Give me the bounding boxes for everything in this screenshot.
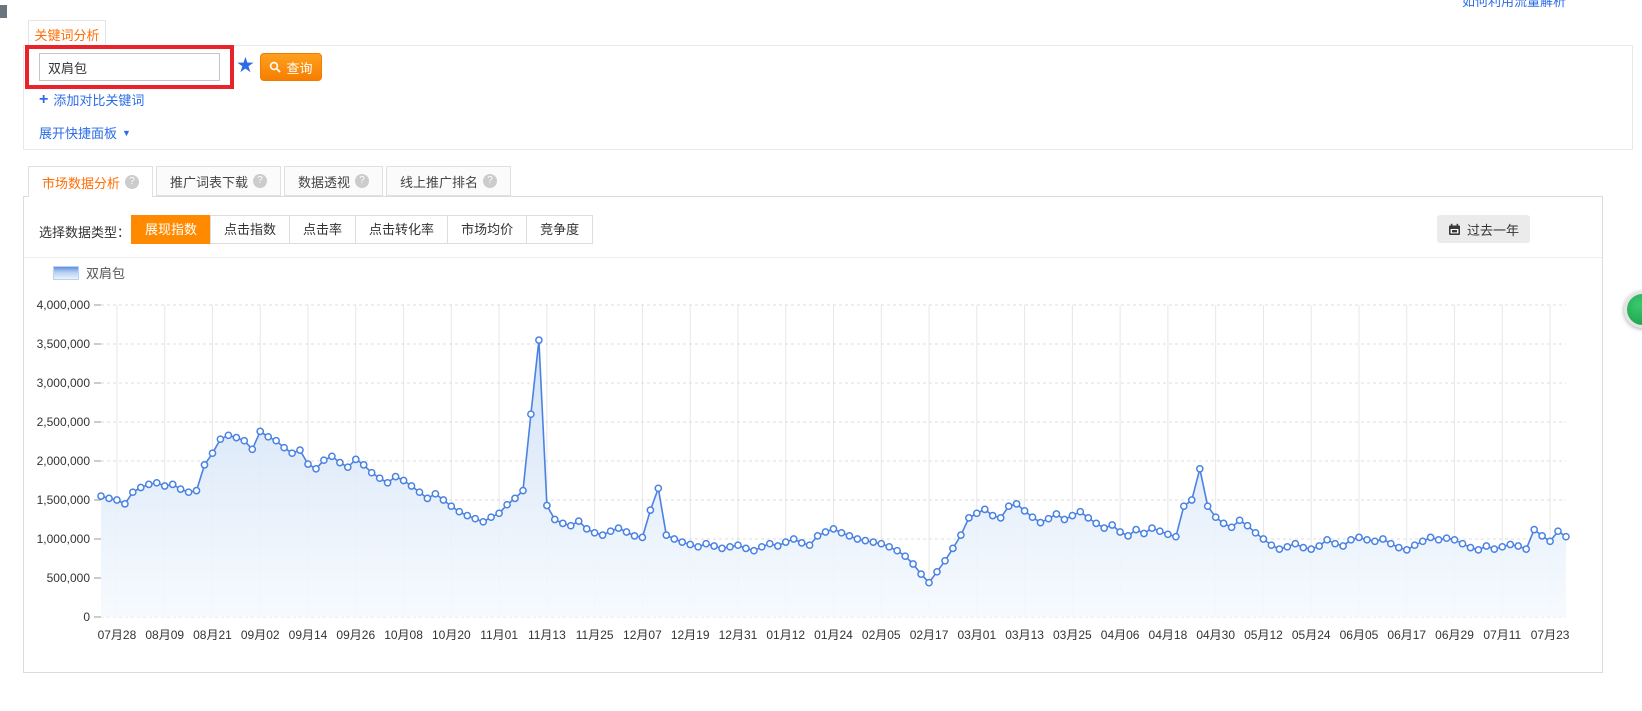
svg-text:11月01: 11月01: [480, 628, 518, 642]
tab-analysis-3[interactable]: 线上推广排名?: [386, 166, 511, 196]
svg-text:03月25: 03月25: [1053, 628, 1092, 642]
svg-text:08月09: 08月09: [145, 628, 184, 642]
svg-text:11月25: 11月25: [576, 628, 614, 642]
svg-text:03月01: 03月01: [957, 628, 996, 642]
tab-label: 线上推广排名: [400, 172, 478, 191]
floating-chat-widget[interactable]: [1624, 291, 1642, 328]
data-type-option-1[interactable]: 点击指数: [210, 215, 290, 244]
help-icon[interactable]: ?: [355, 174, 369, 188]
screen-edge-fragment: [0, 5, 7, 18]
data-type-option-0[interactable]: 展现指数: [131, 215, 211, 244]
data-type-option-2[interactable]: 点击率: [289, 215, 356, 244]
svg-text:03月13: 03月13: [1005, 628, 1044, 642]
svg-text:07月28: 07月28: [98, 628, 137, 642]
help-link[interactable]: 如何利用流量解析: [1462, 0, 1632, 9]
svg-text:06月29: 06月29: [1435, 628, 1474, 642]
help-icon[interactable]: ?: [483, 174, 497, 188]
calendar-icon: [1448, 223, 1461, 236]
data-type-option-5[interactable]: 竞争度: [526, 215, 593, 244]
data-type-button-group: 展现指数点击指数点击率点击转化率市场均价竞争度: [132, 215, 593, 244]
date-range-label: 过去一年: [1467, 220, 1519, 239]
svg-text:09月14: 09月14: [289, 628, 328, 642]
legend-item[interactable]: 双肩包: [53, 263, 125, 282]
query-button[interactable]: 查询: [260, 53, 322, 81]
data-type-option-3[interactable]: 点击转化率: [355, 215, 448, 244]
tab-label: 推广词表下载: [170, 172, 248, 191]
expand-quick-panel-label: 展开快捷面板: [39, 123, 117, 142]
svg-text:1,500,000: 1,500,000: [37, 493, 91, 507]
svg-text:12月19: 12月19: [671, 628, 710, 642]
tab-keyword-analysis[interactable]: 关键词分析: [28, 20, 106, 47]
svg-text:06月17: 06月17: [1387, 628, 1426, 642]
svg-text:06月05: 06月05: [1340, 628, 1379, 642]
svg-text:05月12: 05月12: [1244, 628, 1283, 642]
query-button-label: 查询: [286, 58, 312, 77]
svg-text:10月08: 10月08: [384, 628, 423, 642]
trend-chart[interactable]: 4,000,000 3,500,000 3,000,000 2,500,000 2,00…: [30, 291, 1595, 666]
tab-label: 市场数据分析: [42, 173, 120, 192]
tab-label: 数据透视: [298, 172, 350, 191]
add-compare-keyword-link[interactable]: + 添加对比关键词: [39, 90, 144, 109]
analysis-tabs: 市场数据分析?推广词表下载?数据透视?线上推广排名?: [28, 166, 511, 197]
svg-text:04月06: 04月06: [1101, 628, 1140, 642]
chevron-down-icon: ▼: [122, 128, 131, 138]
svg-text:02月17: 02月17: [910, 628, 949, 642]
svg-text:02月05: 02月05: [862, 628, 901, 642]
svg-text:2,000,000: 2,000,000: [37, 454, 91, 468]
svg-text:11月13: 11月13: [528, 628, 566, 642]
help-icon[interactable]: ?: [125, 175, 139, 189]
svg-text:0: 0: [83, 610, 90, 624]
add-compare-keyword-label: 添加对比关键词: [53, 90, 144, 109]
chart-area: 4,000,000 3,500,000 3,000,000 2,500,000 2,00…: [30, 291, 1595, 666]
svg-text:04月18: 04月18: [1149, 628, 1188, 642]
svg-text:3,000,000: 3,000,000: [37, 376, 91, 390]
svg-text:01月24: 01月24: [814, 628, 853, 642]
svg-text:500,000: 500,000: [47, 571, 91, 585]
toolbar-divider: [24, 257, 1602, 258]
tab-analysis-0[interactable]: 市场数据分析?: [28, 166, 153, 197]
svg-text:08月21: 08月21: [193, 628, 232, 642]
favorite-star-icon[interactable]: ★: [236, 52, 255, 80]
data-type-option-4[interactable]: 市场均价: [447, 215, 527, 244]
svg-text:01月12: 01月12: [766, 628, 805, 642]
data-type-label: 选择数据类型：: [39, 222, 130, 241]
svg-text:2,500,000: 2,500,000: [37, 415, 91, 429]
keyword-panel: ★ 查询 + 添加对比关键词 展开快捷面板 ▼: [23, 45, 1633, 150]
search-icon: [269, 61, 281, 73]
svg-text:05月24: 05月24: [1292, 628, 1331, 642]
svg-text:07月11: 07月11: [1483, 628, 1521, 642]
legend-swatch: [53, 266, 79, 280]
svg-text:3,500,000: 3,500,000: [37, 337, 91, 351]
svg-text:4,000,000: 4,000,000: [37, 298, 91, 312]
legend-series-label: 双肩包: [86, 263, 125, 282]
keyword-input[interactable]: [39, 53, 220, 81]
svg-text:12月07: 12月07: [623, 628, 662, 642]
svg-text:04月30: 04月30: [1196, 628, 1235, 642]
svg-text:12月31: 12月31: [719, 628, 758, 642]
svg-text:10月20: 10月20: [432, 628, 471, 642]
svg-text:1,000,000: 1,000,000: [37, 532, 91, 546]
help-icon[interactable]: ?: [253, 174, 267, 188]
x-axis-labels: 07月28 08月09 08月21 09月02 09月14 09月26 10月08 10月20…: [98, 628, 1570, 642]
market-data-panel: 选择数据类型： 展现指数点击指数点击率点击转化率市场均价竞争度 过去一年 双肩包…: [23, 196, 1603, 673]
plus-icon: +: [39, 93, 48, 107]
help-link-clipped: 如何利用流量解析: [1462, 0, 1632, 9]
tab-analysis-1[interactable]: 推广词表下载?: [156, 166, 281, 196]
tab-keyword-analysis-label: 关键词分析: [34, 25, 99, 44]
y-axis-labels: 4,000,000 3,500,000 3,000,000 2,500,000 2,00…: [37, 298, 91, 624]
svg-text:09月02: 09月02: [241, 628, 280, 642]
date-range-button[interactable]: 过去一年: [1437, 215, 1530, 243]
svg-text:09月26: 09月26: [336, 628, 375, 642]
expand-quick-panel-link[interactable]: 展开快捷面板 ▼: [39, 123, 131, 142]
svg-text:07月23: 07月23: [1531, 628, 1570, 642]
tab-analysis-2[interactable]: 数据透视?: [284, 166, 383, 196]
